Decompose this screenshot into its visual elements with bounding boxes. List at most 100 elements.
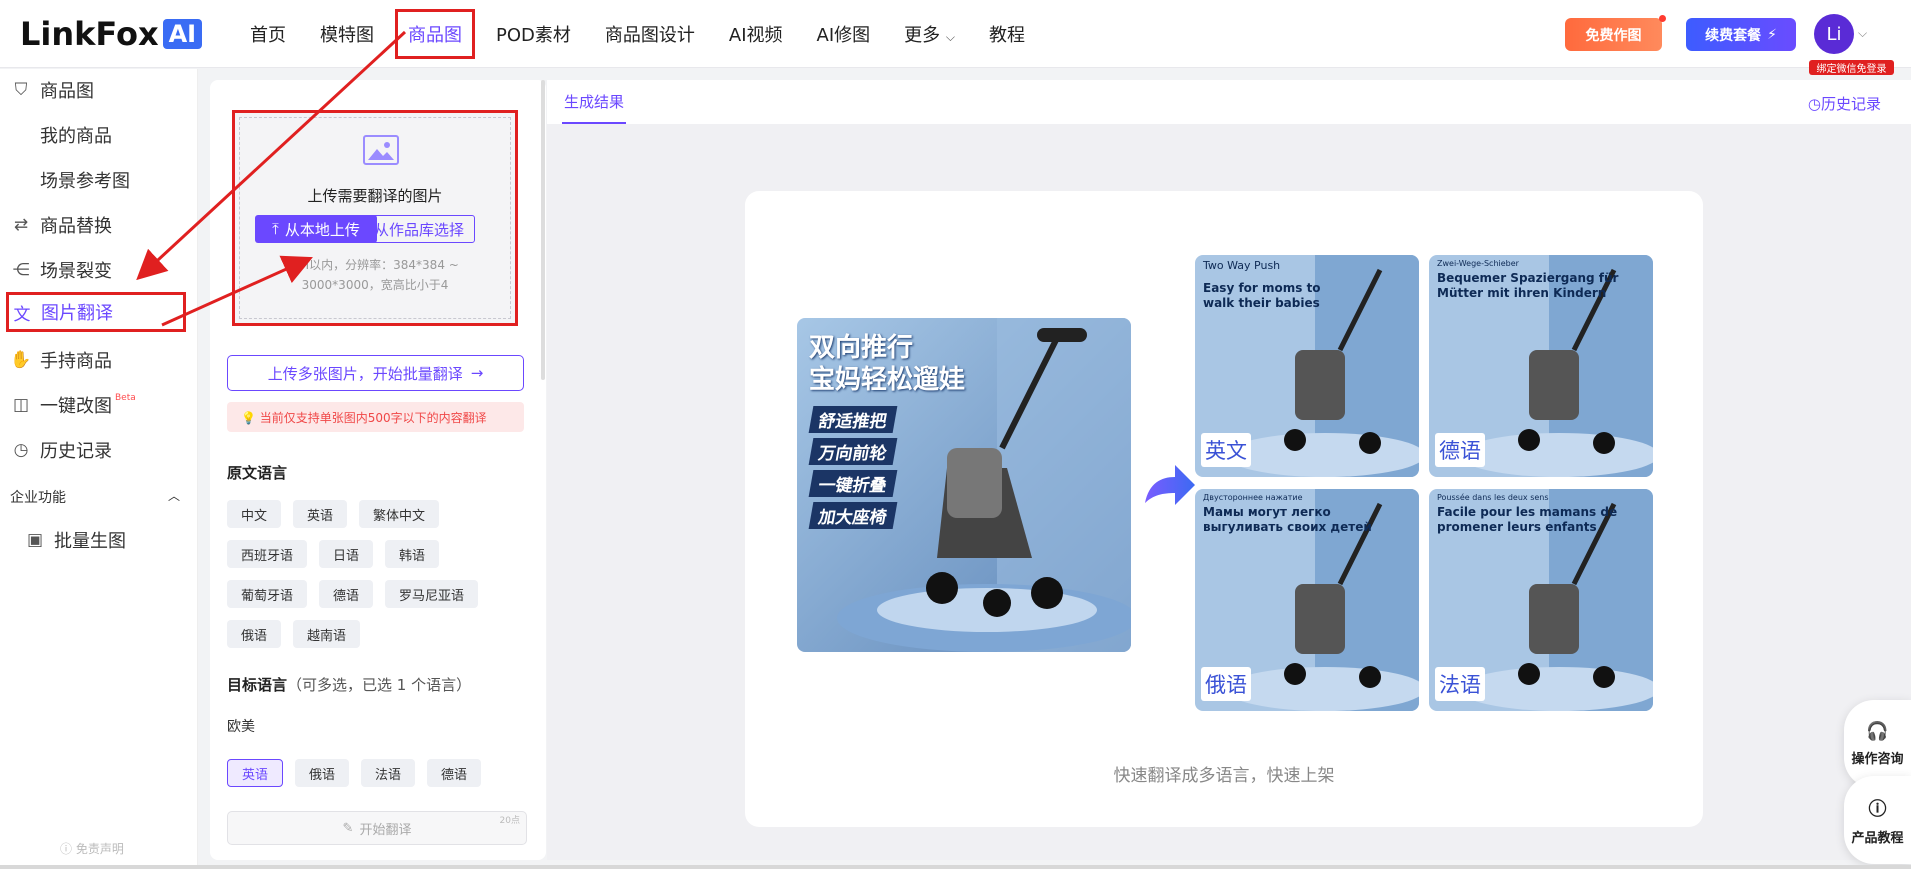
tab-results[interactable]: 生成结果: [562, 80, 627, 124]
limit-notice: 💡 当前仅支持单张图内500字以下的内容翻译: [227, 402, 524, 432]
nav-pod[interactable]: POD素材: [496, 21, 571, 47]
chip-source-lang[interactable]: 葡萄牙语: [227, 580, 308, 608]
sidebar-item-replace[interactable]: ⇄ 商品替换: [0, 205, 112, 245]
chip-target-lang[interactable]: 俄语: [295, 759, 350, 787]
upload-hint: 4M以内，分辨率：384*384 ~ 3000*3000，宽高比小于4: [255, 255, 495, 295]
thumb-tag: Zwei-Wege-Schieber: [1437, 259, 1519, 268]
logo[interactable]: LinkFox AI: [20, 15, 203, 53]
sidebar: ⛉ 商品图 我的商品 场景参考图 ⇄ 商品替换 ⋲ 场景裂变 文 图片翻译 ✋ …: [0, 69, 198, 869]
nav-ai-video[interactable]: AI视频: [729, 21, 783, 47]
result-thumb-de[interactable]: Zwei-Wege-Schieber Bequemer Spaziergang …: [1429, 255, 1653, 477]
nav-model[interactable]: 模特图: [320, 21, 374, 47]
nav-product[interactable]: 商品图: [395, 9, 475, 59]
nav-design[interactable]: 商品图设计: [605, 21, 695, 47]
sidebar-item-scene-fission[interactable]: ⋲ 场景裂变: [0, 250, 113, 290]
sidebar-item-label: 我的商品: [40, 126, 112, 147]
sidebar-item-handheld[interactable]: ✋ 手持商品: [0, 340, 112, 380]
chip-target-lang[interactable]: 法语: [361, 759, 416, 787]
renew-plan-label: 续费套餐: [1705, 27, 1762, 44]
chip-source-lang[interactable]: 繁体中文: [359, 500, 440, 528]
nav-more-label: 更多: [904, 25, 941, 46]
nav-tutorial[interactable]: 教程: [989, 21, 1025, 47]
image-icon: ▣: [26, 530, 44, 550]
tutorial-button[interactable]: ⓘ 产品教程: [1844, 776, 1911, 864]
upload-title: 上传需要翻译的图片: [307, 187, 443, 205]
chip-target-lang-selected[interactable]: 英语: [227, 759, 284, 787]
chevron-down-icon: ⌵: [945, 30, 955, 44]
notification-dot: [1659, 15, 1666, 22]
sidebar-item-scene-ref[interactable]: 场景参考图: [0, 160, 130, 200]
target-language-title: 目标语言（可多选，已选 1 个语言）: [227, 674, 471, 695]
chip-source-lang[interactable]: 罗马尼亚语: [385, 580, 479, 608]
arrow-right-icon: →: [470, 364, 484, 382]
source-language-list: 中文 英语 繁体中文 西班牙语 日语 韩语 葡萄牙语 德语 罗马尼亚语 俄语 越…: [227, 500, 527, 648]
lightning-icon: ⚡: [1767, 26, 1777, 43]
nav-ai-retouch[interactable]: AI修图: [817, 21, 871, 47]
sidebar-item-one-click-edit[interactable]: ◫ 一键改图 Beta: [0, 385, 136, 425]
sidebar-item-translate[interactable]: 文 图片翻译: [6, 292, 186, 332]
disclaimer-link[interactable]: ⓘ 免责声明: [60, 840, 124, 857]
chip-source-lang[interactable]: 越南语: [293, 620, 361, 648]
chip-source-lang[interactable]: 中文: [227, 500, 282, 528]
tutorial-label: 产品教程: [1851, 830, 1904, 846]
sidebar-item-product[interactable]: ⛉ 商品图: [0, 70, 94, 110]
free-create-button[interactable]: 免费作图: [1565, 15, 1666, 51]
source-language-title: 原文语言: [227, 464, 288, 482]
logo-ai-badge: AI: [162, 19, 203, 49]
sidebar-section-enterprise[interactable]: 企业功能 ︿: [10, 487, 180, 507]
chip-source-lang[interactable]: 德语: [319, 580, 374, 608]
result-thumb-fr[interactable]: Poussée dans les deux sens Facile pour l…: [1429, 489, 1653, 711]
wechat-bind-badge[interactable]: 绑定微信免登录: [1809, 60, 1894, 75]
hand-icon: ✋: [10, 350, 32, 370]
main-image-title: 双向推行 宝妈轻松遛娃: [809, 332, 965, 396]
chip-source-lang[interactable]: 俄语: [227, 620, 282, 648]
target-language-list: 英语 俄语 法语 德语: [227, 759, 527, 787]
beta-badge: Beta: [115, 393, 136, 403]
batch-translate-button[interactable]: 上传多张图片，开始批量翻译 →: [227, 355, 524, 391]
bag-icon: ⛉: [14, 80, 28, 100]
chevron-up-icon: ︿: [167, 489, 180, 503]
chevron-down-icon[interactable]: ⌵: [1858, 26, 1867, 41]
select-from-library-button[interactable]: 从作品库选择: [363, 215, 475, 243]
sidebar-item-label: 一键改图: [40, 396, 112, 417]
clock-icon: ◷: [1807, 95, 1821, 113]
main-image-features: 舒适推把 万向前轮 一键折叠 加大座椅: [808, 406, 898, 529]
free-create-label: 免费作图: [1585, 27, 1642, 44]
sidebar-item-label: 手持商品: [40, 351, 112, 372]
upload-dropzone[interactable]: 上传需要翻译的图片 ⤒ 从本地上传 从作品库选择 4M以内，分辨率：384*38…: [232, 110, 518, 326]
chip-source-lang[interactable]: 西班牙语: [227, 540, 308, 568]
arrow-right-icon: [1145, 465, 1195, 505]
renew-plan-button[interactable]: 续费套餐 ⚡: [1686, 18, 1796, 51]
avatar[interactable]: Li: [1814, 14, 1854, 54]
points-cost: 20点: [499, 816, 520, 826]
thumb-lang-label: 德语: [1435, 433, 1485, 467]
results-tabbar: 生成结果 ◷历史记录: [547, 80, 1911, 124]
nav-home[interactable]: 首页: [250, 21, 286, 47]
upload-local-button[interactable]: ⤒ 从本地上传: [255, 215, 377, 243]
result-thumb-en[interactable]: Two Way Push Easy for moms to walk their…: [1195, 255, 1419, 477]
result-thumb-ru[interactable]: Двустороннее нажатие Мамы могут легко вы…: [1195, 489, 1419, 711]
sidebar-item-batch-gen[interactable]: ▣ 批量生图: [14, 520, 126, 560]
chip-source-lang[interactable]: 韩语: [385, 540, 440, 568]
headset-icon: 🎧: [1866, 721, 1889, 742]
chip-source-lang[interactable]: 英语: [293, 500, 348, 528]
nav-more[interactable]: 更多 ⌵: [904, 21, 955, 47]
share-icon: ⋲: [12, 260, 30, 280]
history-link[interactable]: ◷历史记录: [1808, 93, 1881, 114]
chip-source-lang[interactable]: 日语: [319, 540, 374, 568]
disclaimer-label: 免责声明: [75, 842, 124, 856]
chip-target-lang[interactable]: 德语: [427, 759, 482, 787]
example-caption: 快速翻译成多语言，快速上架: [1113, 766, 1335, 786]
feature-tag: 舒适推把: [808, 406, 898, 433]
target-language-label: 目标语言: [227, 676, 288, 694]
panel-scrollbar[interactable]: [541, 80, 545, 380]
sidebar-item-history[interactable]: ◷ 历史记录: [0, 430, 112, 470]
start-translate-button[interactable]: ✎ 开始翻译 20点: [227, 811, 527, 845]
sidebar-item-my-products[interactable]: 我的商品: [0, 115, 112, 155]
bottom-scrollbar[interactable]: [0, 865, 1911, 869]
thumb-lang-label: 俄语: [1201, 667, 1251, 701]
consult-button[interactable]: 🎧 操作咨询: [1844, 700, 1911, 788]
batch-translate-label: 上传多张图片，开始批量翻译: [267, 364, 463, 383]
upload-local-label: 从本地上传: [284, 220, 360, 239]
thumb-lang-label: 英文: [1201, 433, 1251, 467]
